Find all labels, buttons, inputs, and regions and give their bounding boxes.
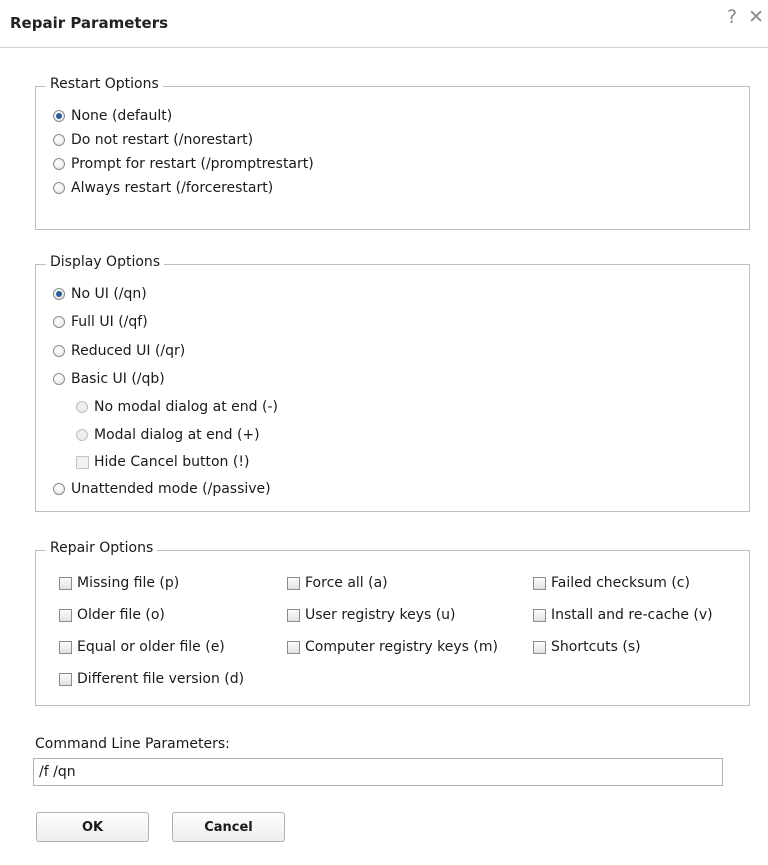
checkbox-install-recache[interactable]: Install and re-cache (v)	[533, 607, 713, 623]
checkbox-hide-cancel[interactable]: Hide Cancel button (!)	[76, 454, 249, 470]
radio-label: Unattended mode (/passive)	[71, 481, 271, 497]
cancel-button[interactable]: Cancel	[172, 812, 285, 842]
radio-button[interactable]	[76, 429, 88, 441]
checkbox-label: Equal or older file (e)	[77, 639, 225, 655]
radio-label: Full UI (/qf)	[71, 314, 148, 330]
radio-button[interactable]	[76, 401, 88, 413]
checkbox-force-all[interactable]: Force all (a)	[287, 575, 388, 591]
radio-display-reduced-ui[interactable]: Reduced UI (/qr)	[53, 343, 185, 359]
checkbox-label: Install and re-cache (v)	[551, 607, 713, 623]
checkbox-label: Computer registry keys (m)	[305, 639, 498, 655]
checkbox-different-file-version[interactable]: Different file version (d)	[59, 671, 244, 687]
radio-label: Reduced UI (/qr)	[71, 343, 186, 359]
radio-restart-none[interactable]: None (default)	[53, 108, 172, 124]
checkbox-label: Shortcuts (s)	[551, 639, 641, 655]
checkbox-user-registry-keys[interactable]: User registry keys (u)	[287, 607, 456, 623]
close-icon[interactable]: ✕	[748, 6, 764, 28]
checkbox[interactable]	[59, 576, 72, 590]
checkbox-label: Hide Cancel button (!)	[94, 454, 250, 470]
radio-label: Basic UI (/qb)	[71, 371, 165, 387]
checkbox-label: Missing file (p)	[77, 575, 180, 591]
radio-restart-force[interactable]: Always restart (/forcerestart)	[53, 180, 273, 196]
display-options-group: Display Options No UI (/qn) Full UI (/qf…	[35, 254, 750, 512]
radio-restart-norestart[interactable]: Do not restart (/norestart)	[53, 132, 253, 148]
checkbox[interactable]	[533, 576, 546, 590]
radio-button[interactable]	[53, 288, 65, 300]
restart-options-legend: Restart Options	[46, 76, 163, 92]
repair-options-legend: Repair Options	[46, 540, 158, 556]
checkbox-label: Different file version (d)	[77, 671, 245, 687]
checkbox-shortcuts[interactable]: Shortcuts (s)	[533, 639, 641, 655]
radio-button[interactable]	[53, 483, 65, 495]
display-options-legend: Display Options	[46, 254, 165, 270]
radio-label: None (default)	[71, 108, 173, 124]
checkbox[interactable]	[287, 608, 300, 622]
radio-display-no-ui[interactable]: No UI (/qn)	[53, 286, 147, 302]
radio-label: Prompt for restart (/promptrestart)	[71, 156, 314, 172]
checkbox-computer-registry-keys[interactable]: Computer registry keys (m)	[287, 639, 498, 655]
checkbox-missing-file[interactable]: Missing file (p)	[59, 575, 179, 591]
radio-button[interactable]	[53, 158, 65, 170]
checkbox-older-file[interactable]: Older file (o)	[59, 607, 165, 623]
radio-restart-prompt[interactable]: Prompt for restart (/promptrestart)	[53, 156, 314, 172]
radio-basic-modal[interactable]: Modal dialog at end (+)	[76, 427, 260, 443]
checkbox-label: User registry keys (u)	[305, 607, 456, 623]
radio-label: Always restart (/forcerestart)	[71, 180, 274, 196]
radio-display-basic-ui[interactable]: Basic UI (/qb)	[53, 371, 165, 387]
restart-options-group: Restart Options None (default) Do not re…	[35, 76, 750, 230]
radio-label: Do not restart (/norestart)	[71, 132, 254, 148]
help-icon[interactable]: ?	[727, 6, 737, 28]
checkbox-label: Failed checksum (c)	[551, 575, 690, 591]
repair-options-group: Repair Options Missing file (p) Force al…	[35, 540, 750, 706]
radio-button[interactable]	[53, 345, 65, 357]
ok-button[interactable]: OK	[36, 812, 149, 842]
radio-label: No UI (/qn)	[71, 286, 147, 302]
checkbox-equal-older-file[interactable]: Equal or older file (e)	[59, 639, 225, 655]
radio-display-full-ui[interactable]: Full UI (/qf)	[53, 314, 148, 330]
title-bar-icons: ? ✕	[722, 6, 764, 28]
checkbox[interactable]	[287, 640, 300, 654]
checkbox[interactable]	[533, 640, 546, 654]
checkbox[interactable]	[533, 608, 546, 622]
radio-display-passive[interactable]: Unattended mode (/passive)	[53, 481, 271, 497]
checkbox[interactable]	[76, 455, 89, 469]
radio-button[interactable]	[53, 134, 65, 146]
title-bar: Repair Parameters ? ✕	[0, 0, 768, 48]
radio-label: Modal dialog at end (+)	[94, 427, 260, 443]
radio-button[interactable]	[53, 110, 65, 122]
checkbox[interactable]	[59, 608, 72, 622]
checkbox-label: Older file (o)	[77, 607, 165, 623]
command-line-input[interactable]	[33, 758, 723, 786]
checkbox[interactable]	[59, 640, 72, 654]
radio-button[interactable]	[53, 182, 65, 194]
checkbox[interactable]	[59, 672, 72, 686]
radio-button[interactable]	[53, 316, 65, 328]
radio-label: No modal dialog at end (-)	[94, 399, 278, 415]
command-line-label: Command Line Parameters:	[35, 736, 230, 752]
checkbox-label: Force all (a)	[305, 575, 388, 591]
radio-basic-no-modal[interactable]: No modal dialog at end (-)	[76, 399, 278, 415]
radio-button[interactable]	[53, 373, 65, 385]
checkbox[interactable]	[287, 576, 300, 590]
dialog-title: Repair Parameters	[10, 14, 169, 32]
checkbox-failed-checksum[interactable]: Failed checksum (c)	[533, 575, 690, 591]
